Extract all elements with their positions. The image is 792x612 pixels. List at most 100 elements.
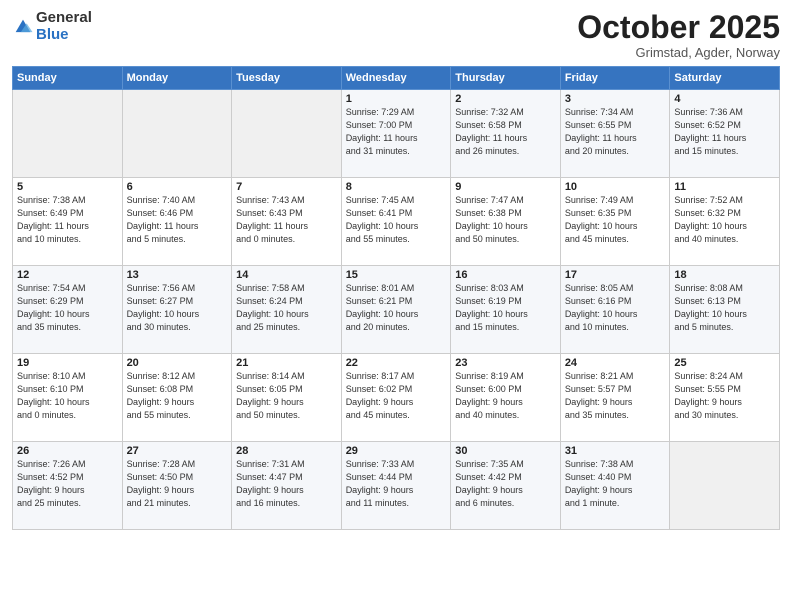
day-number: 22 bbox=[346, 357, 447, 369]
calendar-cell: 14Sunrise: 7:58 AM Sunset: 6:24 PM Dayli… bbox=[232, 266, 342, 354]
calendar-header: SundayMondayTuesdayWednesdayThursdayFrid… bbox=[13, 67, 780, 90]
header-day: Sunday bbox=[13, 67, 123, 90]
logo-general: General bbox=[36, 10, 92, 27]
day-info: Sunrise: 7:45 AM Sunset: 6:41 PM Dayligh… bbox=[346, 194, 447, 246]
calendar-cell: 1Sunrise: 7:29 AM Sunset: 7:00 PM Daylig… bbox=[341, 90, 451, 178]
calendar-cell: 23Sunrise: 8:19 AM Sunset: 6:00 PM Dayli… bbox=[451, 354, 561, 442]
day-info: Sunrise: 7:28 AM Sunset: 4:50 PM Dayligh… bbox=[127, 458, 228, 510]
day-number: 10 bbox=[565, 181, 666, 193]
day-info: Sunrise: 8:03 AM Sunset: 6:19 PM Dayligh… bbox=[455, 282, 556, 334]
day-info: Sunrise: 7:34 AM Sunset: 6:55 PM Dayligh… bbox=[565, 106, 666, 158]
day-number: 5 bbox=[17, 181, 118, 193]
day-info: Sunrise: 8:17 AM Sunset: 6:02 PM Dayligh… bbox=[346, 370, 447, 422]
header-day: Monday bbox=[122, 67, 232, 90]
header-day: Tuesday bbox=[232, 67, 342, 90]
day-info: Sunrise: 8:01 AM Sunset: 6:21 PM Dayligh… bbox=[346, 282, 447, 334]
header-day: Thursday bbox=[451, 67, 561, 90]
day-info: Sunrise: 7:36 AM Sunset: 6:52 PM Dayligh… bbox=[674, 106, 775, 158]
month-title: October 2025 bbox=[577, 10, 780, 45]
day-info: Sunrise: 7:54 AM Sunset: 6:29 PM Dayligh… bbox=[17, 282, 118, 334]
header-day: Wednesday bbox=[341, 67, 451, 90]
day-info: Sunrise: 7:38 AM Sunset: 4:40 PM Dayligh… bbox=[565, 458, 666, 510]
day-number: 18 bbox=[674, 269, 775, 281]
day-number: 24 bbox=[565, 357, 666, 369]
day-info: Sunrise: 8:12 AM Sunset: 6:08 PM Dayligh… bbox=[127, 370, 228, 422]
day-info: Sunrise: 8:05 AM Sunset: 6:16 PM Dayligh… bbox=[565, 282, 666, 334]
calendar-week: 1Sunrise: 7:29 AM Sunset: 7:00 PM Daylig… bbox=[13, 90, 780, 178]
day-info: Sunrise: 7:31 AM Sunset: 4:47 PM Dayligh… bbox=[236, 458, 337, 510]
calendar-cell: 5Sunrise: 7:38 AM Sunset: 6:49 PM Daylig… bbox=[13, 178, 123, 266]
day-info: Sunrise: 7:33 AM Sunset: 4:44 PM Dayligh… bbox=[346, 458, 447, 510]
day-number: 12 bbox=[17, 269, 118, 281]
day-number: 9 bbox=[455, 181, 556, 193]
day-info: Sunrise: 7:47 AM Sunset: 6:38 PM Dayligh… bbox=[455, 194, 556, 246]
day-info: Sunrise: 8:14 AM Sunset: 6:05 PM Dayligh… bbox=[236, 370, 337, 422]
calendar-cell: 8Sunrise: 7:45 AM Sunset: 6:41 PM Daylig… bbox=[341, 178, 451, 266]
day-number: 4 bbox=[674, 93, 775, 105]
day-number: 20 bbox=[127, 357, 228, 369]
calendar-cell: 15Sunrise: 8:01 AM Sunset: 6:21 PM Dayli… bbox=[341, 266, 451, 354]
header-row: SundayMondayTuesdayWednesdayThursdayFrid… bbox=[13, 67, 780, 90]
logo: General Blue bbox=[12, 10, 92, 43]
day-info: Sunrise: 7:58 AM Sunset: 6:24 PM Dayligh… bbox=[236, 282, 337, 334]
calendar-cell bbox=[122, 90, 232, 178]
day-info: Sunrise: 7:56 AM Sunset: 6:27 PM Dayligh… bbox=[127, 282, 228, 334]
calendar-cell: 29Sunrise: 7:33 AM Sunset: 4:44 PM Dayli… bbox=[341, 442, 451, 530]
calendar-cell: 31Sunrise: 7:38 AM Sunset: 4:40 PM Dayli… bbox=[560, 442, 670, 530]
day-number: 31 bbox=[565, 445, 666, 457]
calendar-cell: 21Sunrise: 8:14 AM Sunset: 6:05 PM Dayli… bbox=[232, 354, 342, 442]
day-number: 29 bbox=[346, 445, 447, 457]
day-info: Sunrise: 7:52 AM Sunset: 6:32 PM Dayligh… bbox=[674, 194, 775, 246]
day-number: 30 bbox=[455, 445, 556, 457]
calendar-cell: 18Sunrise: 8:08 AM Sunset: 6:13 PM Dayli… bbox=[670, 266, 780, 354]
day-number: 27 bbox=[127, 445, 228, 457]
day-number: 26 bbox=[17, 445, 118, 457]
calendar-week: 19Sunrise: 8:10 AM Sunset: 6:10 PM Dayli… bbox=[13, 354, 780, 442]
calendar-week: 12Sunrise: 7:54 AM Sunset: 6:29 PM Dayli… bbox=[13, 266, 780, 354]
calendar-cell: 16Sunrise: 8:03 AM Sunset: 6:19 PM Dayli… bbox=[451, 266, 561, 354]
day-info: Sunrise: 7:43 AM Sunset: 6:43 PM Dayligh… bbox=[236, 194, 337, 246]
calendar-cell: 11Sunrise: 7:52 AM Sunset: 6:32 PM Dayli… bbox=[670, 178, 780, 266]
calendar-cell: 4Sunrise: 7:36 AM Sunset: 6:52 PM Daylig… bbox=[670, 90, 780, 178]
calendar-cell: 9Sunrise: 7:47 AM Sunset: 6:38 PM Daylig… bbox=[451, 178, 561, 266]
day-number: 28 bbox=[236, 445, 337, 457]
title-block: October 2025 Grimstad, Agder, Norway bbox=[577, 10, 780, 60]
day-number: 23 bbox=[455, 357, 556, 369]
calendar-cell: 27Sunrise: 7:28 AM Sunset: 4:50 PM Dayli… bbox=[122, 442, 232, 530]
day-number: 1 bbox=[346, 93, 447, 105]
day-number: 11 bbox=[674, 181, 775, 193]
day-number: 3 bbox=[565, 93, 666, 105]
calendar-cell: 28Sunrise: 7:31 AM Sunset: 4:47 PM Dayli… bbox=[232, 442, 342, 530]
day-number: 14 bbox=[236, 269, 337, 281]
calendar-table: SundayMondayTuesdayWednesdayThursdayFrid… bbox=[12, 66, 780, 530]
day-number: 16 bbox=[455, 269, 556, 281]
day-info: Sunrise: 8:21 AM Sunset: 5:57 PM Dayligh… bbox=[565, 370, 666, 422]
header-day: Friday bbox=[560, 67, 670, 90]
calendar-cell: 19Sunrise: 8:10 AM Sunset: 6:10 PM Dayli… bbox=[13, 354, 123, 442]
calendar-container: General Blue October 2025 Grimstad, Agde… bbox=[0, 0, 792, 536]
calendar-cell: 20Sunrise: 8:12 AM Sunset: 6:08 PM Dayli… bbox=[122, 354, 232, 442]
logo-icon bbox=[12, 16, 34, 38]
calendar-cell: 17Sunrise: 8:05 AM Sunset: 6:16 PM Dayli… bbox=[560, 266, 670, 354]
day-number: 15 bbox=[346, 269, 447, 281]
day-info: Sunrise: 7:38 AM Sunset: 6:49 PM Dayligh… bbox=[17, 194, 118, 246]
calendar-cell: 26Sunrise: 7:26 AM Sunset: 4:52 PM Dayli… bbox=[13, 442, 123, 530]
day-info: Sunrise: 7:49 AM Sunset: 6:35 PM Dayligh… bbox=[565, 194, 666, 246]
calendar-cell bbox=[670, 442, 780, 530]
day-info: Sunrise: 7:26 AM Sunset: 4:52 PM Dayligh… bbox=[17, 458, 118, 510]
day-number: 25 bbox=[674, 357, 775, 369]
calendar-body: 1Sunrise: 7:29 AM Sunset: 7:00 PM Daylig… bbox=[13, 90, 780, 530]
calendar-cell: 10Sunrise: 7:49 AM Sunset: 6:35 PM Dayli… bbox=[560, 178, 670, 266]
header-day: Saturday bbox=[670, 67, 780, 90]
day-info: Sunrise: 7:32 AM Sunset: 6:58 PM Dayligh… bbox=[455, 106, 556, 158]
calendar-cell: 30Sunrise: 7:35 AM Sunset: 4:42 PM Dayli… bbox=[451, 442, 561, 530]
calendar-cell: 13Sunrise: 7:56 AM Sunset: 6:27 PM Dayli… bbox=[122, 266, 232, 354]
header: General Blue October 2025 Grimstad, Agde… bbox=[12, 10, 780, 60]
day-info: Sunrise: 8:10 AM Sunset: 6:10 PM Dayligh… bbox=[17, 370, 118, 422]
calendar-cell: 6Sunrise: 7:40 AM Sunset: 6:46 PM Daylig… bbox=[122, 178, 232, 266]
calendar-cell bbox=[13, 90, 123, 178]
day-info: Sunrise: 8:24 AM Sunset: 5:55 PM Dayligh… bbox=[674, 370, 775, 422]
calendar-cell: 2Sunrise: 7:32 AM Sunset: 6:58 PM Daylig… bbox=[451, 90, 561, 178]
calendar-cell: 24Sunrise: 8:21 AM Sunset: 5:57 PM Dayli… bbox=[560, 354, 670, 442]
day-info: Sunrise: 7:40 AM Sunset: 6:46 PM Dayligh… bbox=[127, 194, 228, 246]
